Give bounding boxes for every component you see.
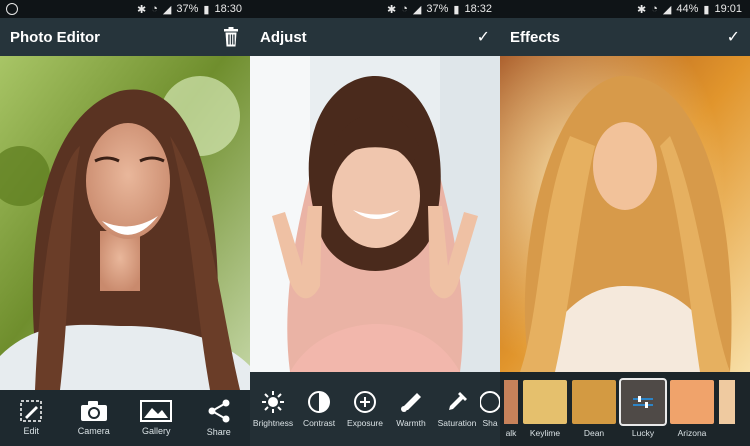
effect-thumbnail (572, 380, 616, 424)
battery-level: 44% (676, 3, 699, 15)
edit-icon (20, 400, 42, 422)
battery-icon: ▮ (703, 3, 710, 16)
contrast-icon (308, 391, 330, 413)
effect-label: Lucky (631, 428, 655, 438)
bluetooth-icon: ✱ (387, 3, 397, 16)
sharpen-label: Sha (482, 418, 498, 428)
exposure-icon (354, 391, 376, 413)
app-bar: Photo Editor (0, 18, 250, 56)
effect-thumbnail (504, 380, 518, 424)
effect-arizona[interactable]: Arizona (670, 380, 714, 446)
gallery-button[interactable]: Gallery (125, 390, 188, 446)
effect-label: Keylime (529, 428, 561, 438)
brightness-button[interactable]: Brightness (250, 372, 296, 446)
status-time: 19:01 (714, 3, 742, 15)
effect-label: Arizona (677, 428, 707, 438)
effect-label: Dean (583, 428, 605, 438)
effect-lucky[interactable]: Lucky (619, 378, 667, 446)
effect-thumbnail (719, 380, 735, 424)
saturation-button[interactable]: Saturation (434, 372, 480, 446)
bluetooth-icon: ✱ (137, 3, 147, 16)
trash-icon[interactable] (222, 27, 240, 47)
main-toolbar: Edit Camera Gallery Share (0, 390, 250, 446)
contrast-button[interactable]: Contrast (296, 372, 342, 446)
effect-walk[interactable]: alk (504, 380, 518, 446)
effects-strip: alk Keylime Dean Lucky Arizona (500, 372, 750, 446)
check-icon[interactable]: ✓ (477, 27, 490, 47)
battery-icon: ▮ (453, 3, 460, 16)
effect-thumbnail (523, 380, 567, 424)
effect-keylime[interactable]: Keylime (523, 380, 567, 446)
sliders-icon (633, 396, 653, 408)
contrast-label: Contrast (302, 418, 336, 428)
saturation-label: Saturation (437, 418, 477, 428)
photo-preview[interactable] (0, 56, 250, 390)
effect-thumbnail (670, 380, 714, 424)
share-label: Share (206, 427, 231, 437)
sharpen-icon (480, 391, 500, 413)
share-button[interactable]: Share (188, 390, 251, 446)
effect-label: alk (505, 428, 517, 438)
status-time: 18:30 (214, 3, 242, 15)
warmth-icon (401, 393, 421, 412)
battery-level: 37% (426, 3, 449, 15)
edit-label: Edit (23, 426, 39, 436)
photo-preview[interactable] (500, 56, 750, 372)
battery-icon: ▮ (203, 3, 210, 16)
page-title: Photo Editor (10, 28, 100, 46)
signal-icon: ◢ (662, 3, 672, 16)
page-title: Adjust (260, 28, 307, 46)
effect-next[interactable] (719, 380, 735, 446)
effects-screen: ✱ ◔ ◢ 44% ▮ 19:01 Effects ✓ alk Keylime … (500, 0, 750, 446)
status-bar: ✱ ◔ ◢ 44% ▮ 19:01 (500, 0, 750, 18)
wifi-icon: ◔ (651, 3, 658, 15)
camera-button[interactable]: Camera (63, 390, 126, 446)
status-time: 18:32 (464, 3, 492, 15)
sharpen-button[interactable]: Sha (480, 372, 500, 446)
bluetooth-icon: ✱ (637, 3, 647, 16)
check-icon[interactable]: ✓ (727, 27, 740, 47)
status-bar: ✱ ◔ ◢ 37% ▮ 18:30 (0, 0, 250, 18)
adjust-screen: ✱ ◔ ◢ 37% ▮ 18:32 Adjust ✓ Brightness Co… (250, 0, 500, 446)
battery-level: 37% (176, 3, 199, 15)
page-title: Effects (510, 28, 561, 46)
saturation-icon (449, 392, 467, 410)
app-bar: Adjust ✓ (250, 18, 500, 56)
effect-thumbnail (619, 378, 667, 426)
edit-button[interactable]: Edit (0, 390, 63, 446)
effect-dean[interactable]: Dean (572, 380, 616, 446)
exposure-button[interactable]: Exposure (342, 372, 388, 446)
photo-preview[interactable] (250, 56, 500, 372)
photo-editor-screen: ✱ ◔ ◢ 37% ▮ 18:30 Photo Editor Edit Came… (0, 0, 250, 446)
wifi-icon: ◔ (401, 3, 408, 15)
wifi-icon: ◔ (151, 3, 158, 15)
app-bar: Effects ✓ (500, 18, 750, 56)
brightness-icon (262, 391, 284, 413)
brightness-label: Brightness (252, 418, 294, 428)
signal-icon: ◢ (162, 3, 172, 16)
adjust-toolbar: Brightness Contrast Exposure Warmth Satu… (250, 372, 500, 446)
camera-label: Camera (77, 426, 110, 436)
warmth-button[interactable]: Warmth (388, 372, 434, 446)
skype-icon (6, 3, 18, 15)
gallery-label: Gallery (141, 426, 171, 436)
share-icon (208, 399, 230, 423)
status-bar: ✱ ◔ ◢ 37% ▮ 18:32 (250, 0, 500, 18)
camera-icon (80, 401, 107, 421)
signal-icon: ◢ (412, 3, 422, 16)
warmth-label: Warmth (396, 418, 426, 428)
exposure-label: Exposure (347, 418, 383, 428)
gallery-icon (140, 400, 173, 422)
